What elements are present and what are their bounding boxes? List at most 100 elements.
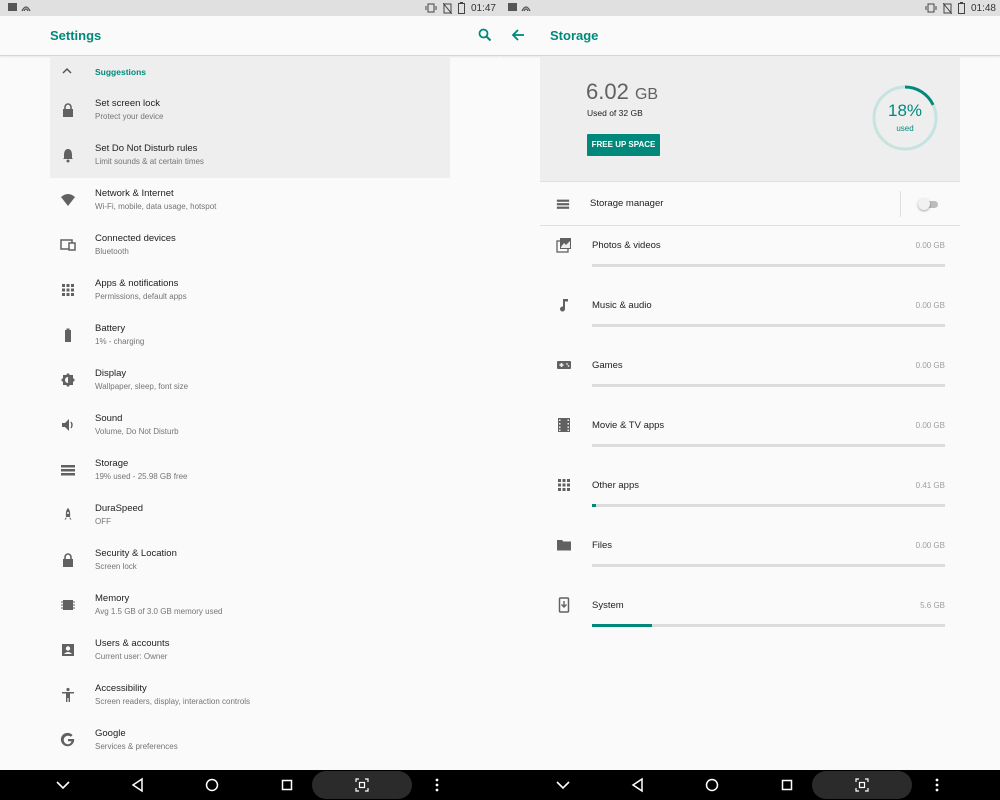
- vibrate-icon: [425, 3, 437, 13]
- settings-item-accessibility[interactable]: Accessibility Screen readers, display, i…: [50, 673, 450, 718]
- account-icon: [62, 644, 74, 656]
- brightness-icon: [61, 373, 75, 387]
- apps-icon: [62, 284, 74, 296]
- suggestion-item[interactable]: Set Do Not Disturb rules Limit sounds & …: [50, 133, 450, 178]
- suggestions-header[interactable]: Suggestions: [50, 56, 450, 88]
- category-name: Movie & TV apps: [592, 420, 665, 431]
- back-arrow-icon[interactable]: [511, 28, 525, 42]
- percent-used: 18%: [887, 101, 923, 120]
- settings-item-title: Display: [95, 368, 127, 379]
- app-bar: Storage: [500, 16, 1000, 56]
- more-vert-icon[interactable]: [927, 776, 947, 794]
- back-triangle-icon[interactable]: [128, 776, 148, 794]
- storage-icon: [61, 465, 75, 476]
- settings-item-storage[interactable]: Storage 19% used - 25.98 GB free: [50, 448, 450, 493]
- settings-item-title: Security & Location: [95, 548, 177, 559]
- page-title: Storage: [550, 28, 599, 43]
- settings-item-display[interactable]: Display Wallpaper, sleep, font size: [50, 358, 450, 403]
- image-notification-icon: [508, 3, 531, 12]
- settings-item-subtitle: Wallpaper, sleep, font size: [95, 382, 189, 391]
- settings-item-network[interactable]: Network & Internet Wi-Fi, mobile, data u…: [50, 178, 450, 223]
- used-of-total: Used of 32 GB: [587, 108, 643, 118]
- chevron-up-icon[interactable]: [62, 67, 72, 75]
- settings-item-users[interactable]: Users & accounts Current user: Owner: [50, 628, 450, 673]
- recents-square-icon[interactable]: [277, 776, 297, 794]
- category-name: System: [592, 600, 624, 611]
- settings-item-connected-devices[interactable]: Connected devices Bluetooth: [50, 223, 450, 268]
- storage-category-games[interactable]: Games 0.00 GB: [540, 346, 960, 406]
- back-triangle-icon[interactable]: [628, 776, 648, 794]
- storage-manager-row[interactable]: Storage manager: [540, 181, 960, 226]
- no-sim-icon: [442, 2, 452, 14]
- category-name: Photos & videos: [592, 240, 661, 251]
- settings-item-title: Google: [95, 728, 126, 739]
- settings-item-duraspeed[interactable]: DuraSpeed OFF: [50, 493, 450, 538]
- category-bar-fill: [592, 624, 652, 627]
- suggestion-subtitle: Limit sounds & at certain times: [95, 157, 204, 166]
- storage-icon: [556, 199, 570, 209]
- image-notification-icon: [8, 3, 31, 12]
- suggestion-subtitle: Protect your device: [95, 112, 164, 121]
- screenshot-button[interactable]: [812, 771, 912, 799]
- settings-item-title: Memory: [95, 593, 130, 604]
- storage-summary: 6.02 GB Used of 32 GB FREE UP SPACE 18% …: [540, 57, 960, 181]
- recents-square-icon[interactable]: [777, 776, 797, 794]
- storage-pane: 01:48 Storage 6.02 GB Used of 32 GB FREE…: [500, 0, 1000, 770]
- suggestions-label: Suggestions: [95, 67, 147, 77]
- suggestion-item[interactable]: Set screen lock Protect your device: [50, 88, 450, 133]
- category-bar: [592, 564, 945, 567]
- status-bar: 01:48: [500, 0, 1000, 16]
- storage-category-music[interactable]: Music & audio 0.00 GB: [540, 286, 960, 346]
- home-circle-icon[interactable]: [202, 776, 222, 794]
- status-time: 01:48: [970, 2, 996, 14]
- divider: [900, 191, 901, 217]
- used-amount: 6.02 GB: [586, 79, 658, 105]
- category-bar: [592, 504, 945, 507]
- storage-category-movies[interactable]: Movie & TV apps 0.00 GB: [540, 406, 960, 466]
- storage-manager-toggle[interactable]: [918, 198, 938, 210]
- settings-item-title: Sound: [95, 413, 123, 424]
- settings-item-subtitle: Services & preferences: [95, 742, 178, 751]
- chevron-down-icon[interactable]: [53, 776, 73, 794]
- page-title: Settings: [50, 28, 102, 43]
- settings-item-subtitle: Screen lock: [95, 562, 137, 571]
- settings-item-apps[interactable]: Apps & notifications Permissions, defaul…: [50, 268, 450, 313]
- accessibility-icon: [62, 687, 74, 702]
- navigation-bar: [0, 770, 1000, 800]
- settings-item-subtitle: 19% used - 25.98 GB free: [95, 472, 188, 481]
- settings-item-google[interactable]: Google Services & preferences: [50, 718, 450, 763]
- memory-icon: [61, 600, 75, 610]
- search-icon[interactable]: [478, 28, 492, 42]
- more-vert-icon[interactable]: [427, 776, 447, 794]
- screenshot-icon: [855, 778, 869, 792]
- settings-item-title: Accessibility: [95, 683, 147, 694]
- free-up-space-button[interactable]: FREE UP SPACE: [587, 134, 660, 156]
- settings-item-battery[interactable]: Battery 1% - charging: [50, 313, 450, 358]
- wifi-icon: [61, 194, 75, 206]
- settings-item-subtitle: Screen readers, display, interaction con…: [95, 697, 251, 706]
- category-bar: [592, 624, 945, 627]
- storage-category-files[interactable]: Files 0.00 GB: [540, 526, 960, 586]
- chevron-down-icon[interactable]: [553, 776, 573, 794]
- settings-item-sound[interactable]: Sound Volume, Do Not Disturb: [50, 403, 450, 448]
- settings-item-memory[interactable]: Memory Avg 1.5 GB of 3.0 GB memory used: [50, 583, 450, 628]
- storage-category-other-apps[interactable]: Other apps 0.41 GB: [540, 466, 960, 526]
- settings-item-title: Battery: [95, 323, 126, 334]
- home-circle-icon[interactable]: [702, 776, 722, 794]
- category-name: Files: [592, 540, 613, 551]
- storage-manager-label: Storage manager: [590, 198, 664, 209]
- settings-item-security[interactable]: Security & Location Screen lock: [50, 538, 450, 583]
- category-size: 0.00 GB: [915, 421, 945, 430]
- screenshot-button[interactable]: [312, 771, 412, 799]
- category-name: Other apps: [592, 480, 639, 491]
- storage-category-system[interactable]: System 5.6 GB: [540, 586, 960, 646]
- settings-item-title: Users & accounts: [95, 638, 170, 649]
- category-size: 0.41 GB: [915, 481, 945, 490]
- used-amount-value: 6.02: [586, 79, 629, 104]
- battery-status-icon: [457, 2, 465, 14]
- photo-icon: [556, 238, 571, 253]
- settings-item-title: Storage: [95, 458, 129, 469]
- category-name: Music & audio: [592, 300, 652, 311]
- storage-category-photos[interactable]: Photos & videos 0.00 GB: [540, 226, 960, 286]
- suggestion-title: Set screen lock: [95, 98, 160, 109]
